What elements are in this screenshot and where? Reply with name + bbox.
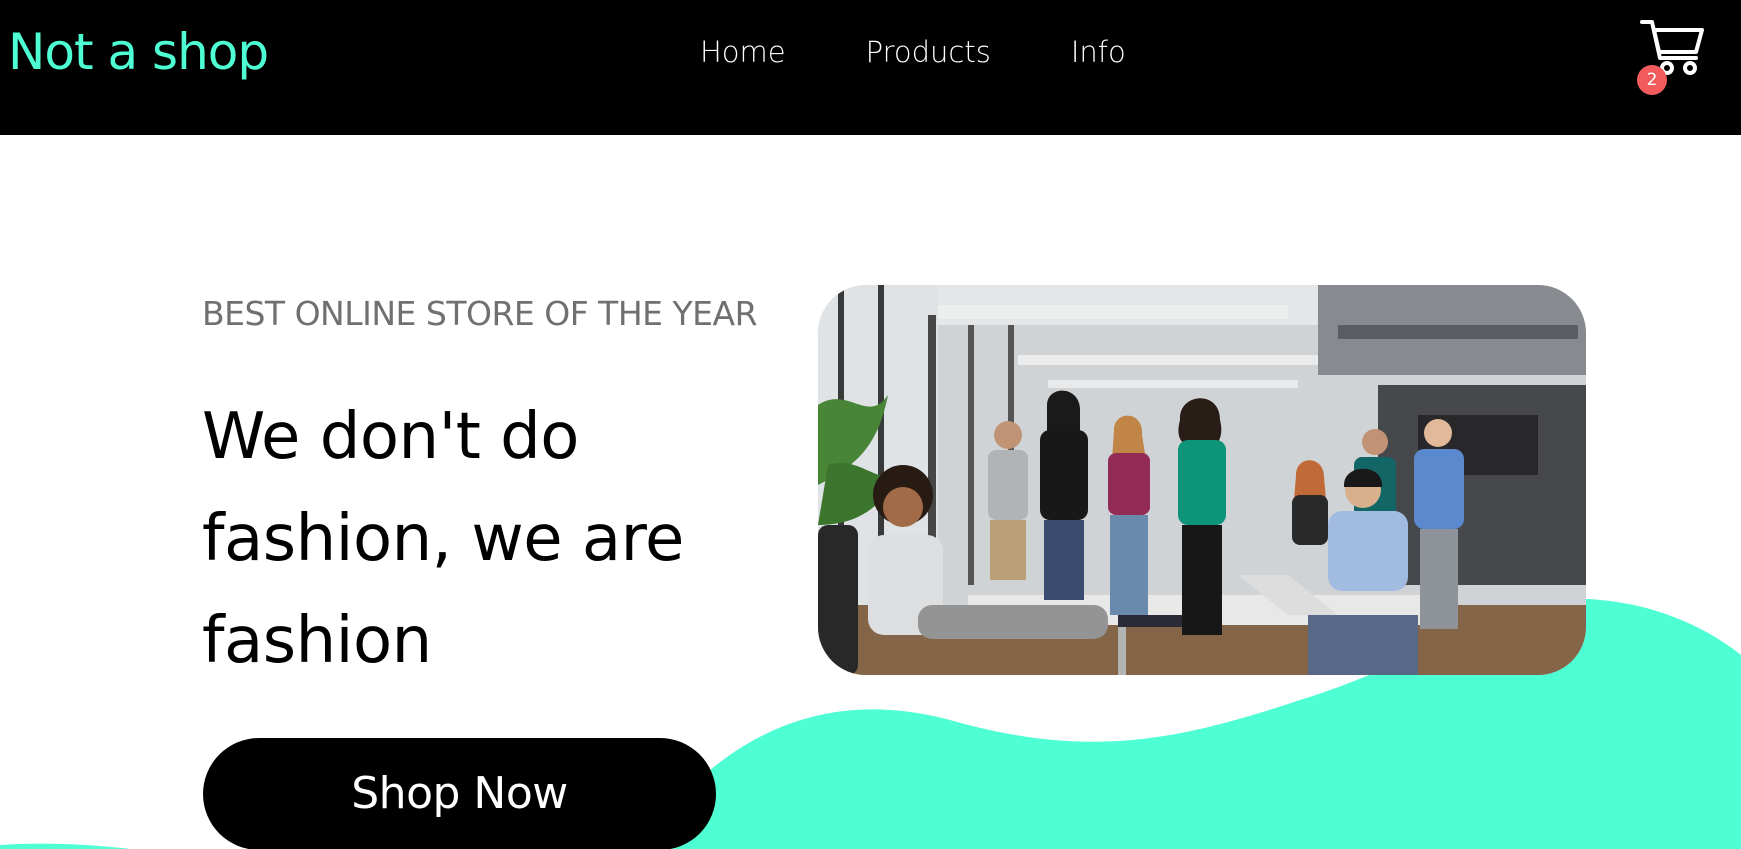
shop-now-button[interactable]: Shop Now [203,738,716,849]
top-navbar: Not a shop Home Products Info 2 [0,0,1741,135]
headline-line-1: We don't do [202,400,579,474]
brand-logo[interactable]: Not a shop [8,20,269,84]
nav-link-products[interactable]: Products [866,32,991,72]
headline-line-3: fashion [202,604,432,678]
hero-headline: We don't do fashion, we are fashion [202,386,762,692]
nav-link-home[interactable]: Home [700,32,786,72]
hero-team-photo [818,285,1586,675]
headline-line-2: fashion, we are [202,502,684,576]
nav-link-info[interactable]: Info [1071,32,1126,72]
team-photo-illustration [818,285,1586,675]
main-nav: Home Products Info [700,32,1126,72]
hero-eyebrow: BEST ONLINE STORE OF THE YEAR [202,294,758,333]
cart-count-badge: 2 [1637,65,1667,95]
